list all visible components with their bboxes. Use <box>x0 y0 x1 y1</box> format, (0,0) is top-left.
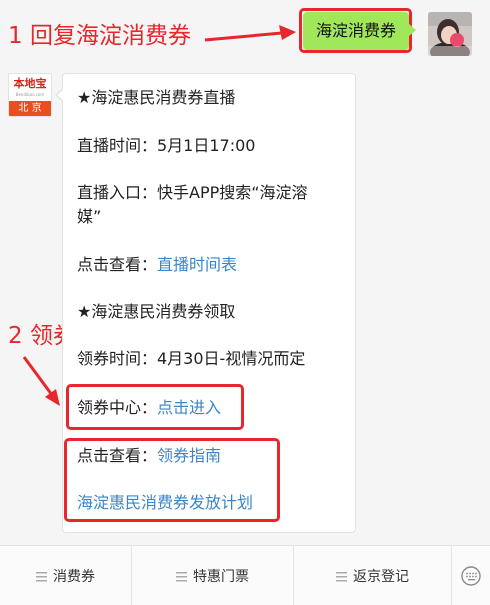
guide-links-highlight <box>64 438 280 522</box>
bottom-menu: 消费券 特惠门票 返京登记 <box>0 545 490 605</box>
outgoing-message-bubble: 海淀消费券 <box>303 12 416 50</box>
user-avatar-image <box>428 12 472 56</box>
brand-site-text: Bendibao.com <box>15 92 45 97</box>
arrow-step-2-head <box>45 389 60 406</box>
arrow-step-1-head <box>279 25 296 40</box>
claim-center-highlight <box>66 384 244 430</box>
msg-live-time: 直播时间：5月1日17:00 <box>77 136 256 155</box>
msg-schedule-label: 点击查看： <box>77 255 158 274</box>
arrow-step-2 <box>22 356 54 396</box>
menu-item-label: 特惠门票 <box>193 569 249 585</box>
menu-item-return-registration[interactable]: 返京登记 <box>294 546 452 605</box>
official-account-avatar[interactable]: 本地宝 Bendibao.com 北 京 <box>8 73 52 117</box>
menu-item-tickets[interactable]: 特惠门票 <box>132 546 294 605</box>
msg-schedule-row: 点击查看：直播时间表 <box>77 253 237 277</box>
menu-list-icon <box>336 571 347 581</box>
keyboard-toggle-button[interactable] <box>452 546 490 605</box>
menu-list-icon <box>176 571 187 581</box>
user-avatar[interactable] <box>428 12 472 56</box>
menu-item-coupons[interactable]: 消费券 <box>0 546 132 605</box>
chat-screen: 1 回复海淀消费券 2 领券 海淀消费券 本地宝 Bendibao.com 北 … <box>0 0 490 605</box>
arrow-step-1 <box>204 31 283 42</box>
keyboard-icon <box>461 566 481 586</box>
msg-claim-time: 领券时间：4月30日-视情况而定 <box>77 349 306 368</box>
msg-live-entry: 直播入口：快手APP搜索“海淀溶 <box>77 183 308 202</box>
msg-live-entry-cont: 媒” <box>77 207 102 226</box>
msg-live-title: ★海淀惠民消费券直播 <box>77 88 236 107</box>
menu-list-icon <box>36 571 47 581</box>
brand-city-badge: 北 京 <box>9 101 51 116</box>
menu-item-label: 返京登记 <box>353 569 409 585</box>
msg-claim-title: ★海淀惠民消费券领取 <box>77 302 236 321</box>
live-schedule-link[interactable]: 直播时间表 <box>157 255 237 274</box>
brand-logo-text: 本地宝 <box>13 77 47 90</box>
menu-item-label: 消费券 <box>53 569 95 585</box>
annotation-step-1: 1 回复海淀消费券 <box>8 23 191 49</box>
